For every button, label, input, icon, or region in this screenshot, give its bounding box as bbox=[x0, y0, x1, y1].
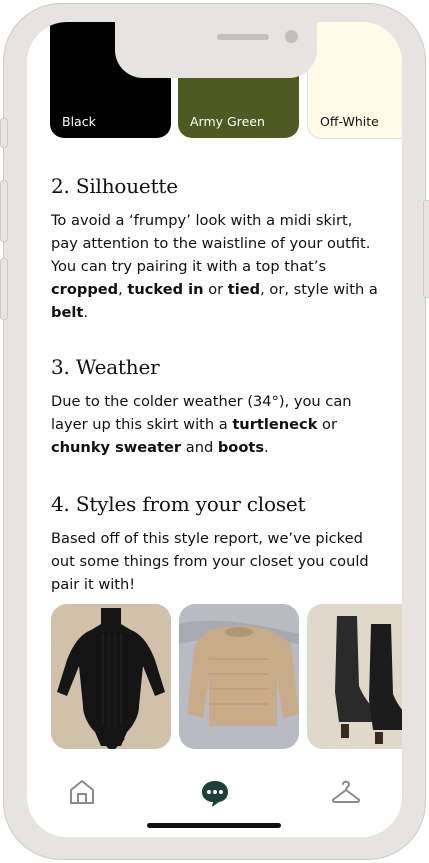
side-button-right bbox=[423, 200, 429, 298]
section-title: 4. Styles from your closet bbox=[51, 492, 306, 516]
section-title: 2. Silhouette bbox=[51, 174, 178, 198]
nav-home-button[interactable] bbox=[68, 778, 96, 810]
swatch-label: Black bbox=[62, 114, 96, 129]
black-turtleneck-bodysuit-photo[interactable] bbox=[51, 604, 171, 749]
section-silhouette: 2. Silhouette To avoid a ‘frumpy’ look w… bbox=[51, 174, 381, 324]
phone-notch bbox=[115, 22, 317, 78]
section-body: Due to the colder weather (34°), you can… bbox=[51, 393, 352, 456]
side-button-left-mid bbox=[0, 180, 8, 242]
home-icon bbox=[70, 780, 94, 804]
black-knee-high-boots-photo[interactable] bbox=[307, 604, 402, 749]
swatch-label: Army Green bbox=[190, 114, 265, 129]
screen: Black Army Green Off-White 2. Silhouette… bbox=[27, 22, 402, 837]
side-button-left-top bbox=[0, 118, 8, 148]
side-button-left-low bbox=[0, 258, 8, 320]
nav-chat-button[interactable] bbox=[200, 778, 230, 812]
section-body: Based off of this style report, we’ve pi… bbox=[51, 530, 369, 593]
hanger-icon bbox=[331, 780, 361, 803]
beige-chunky-sweater-photo[interactable] bbox=[179, 604, 299, 749]
camera bbox=[285, 30, 298, 43]
swatch-label: Off-White bbox=[320, 114, 379, 129]
section-closet: 4. Styles from your closet Based off of … bbox=[51, 492, 381, 596]
section-body: To avoid a ‘frumpy’ look with a midi ski… bbox=[51, 212, 378, 321]
nav-closet-button[interactable] bbox=[331, 778, 361, 810]
color-swatch-off-white[interactable]: Off-White bbox=[307, 22, 402, 139]
speaker bbox=[217, 34, 269, 40]
home-indicator[interactable] bbox=[147, 823, 281, 828]
chat-bubble-icon bbox=[202, 781, 228, 807]
section-title: 3. Weather bbox=[51, 355, 160, 379]
section-weather: 3. Weather Due to the colder weather (34… bbox=[51, 355, 381, 459]
